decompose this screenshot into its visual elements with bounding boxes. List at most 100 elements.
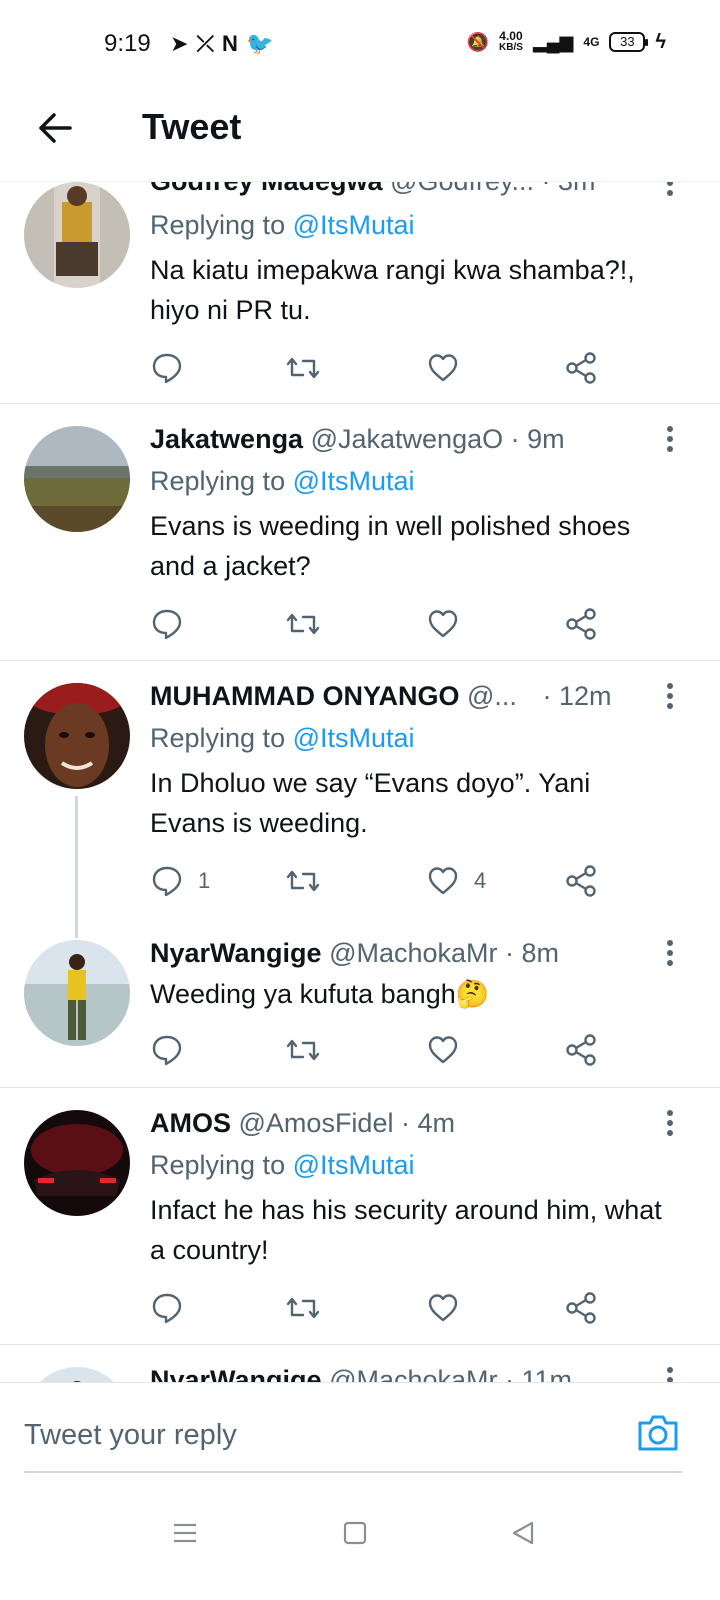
heart-icon (428, 1294, 458, 1322)
avatar[interactable] (24, 1110, 130, 1216)
author-name[interactable]: AMOS (150, 1108, 231, 1138)
author-name[interactable]: Godfrey Madegwa (150, 182, 383, 196)
retweet-button[interactable] (286, 348, 320, 388)
tweet-actions (150, 348, 610, 388)
avatar[interactable] (24, 426, 130, 532)
tweet-text: Evans is weeding in well polished shoes … (150, 511, 631, 581)
retweet-button[interactable] (286, 1288, 320, 1328)
tweet-header: AMOS @AmosFidel · 4m (150, 1108, 660, 1139)
author-handle[interactable]: @... (467, 681, 517, 711)
author-handle[interactable]: @MachokaMr (329, 1365, 497, 1382)
status-time: 9:19 (104, 30, 151, 57)
reply-button[interactable] (150, 348, 198, 388)
share-icon (566, 1034, 596, 1066)
tweet-item[interactable]: Jakatwenga @JakatwengaO · 9m Replying to… (0, 404, 720, 661)
author-handle[interactable]: @MachokaMr (329, 938, 497, 968)
heart-icon (428, 1036, 458, 1064)
back-arrow-icon[interactable] (34, 106, 78, 150)
replying-handle-link[interactable]: @ItsMutai (293, 1150, 415, 1180)
tweet-text: In Dholuo we say “Evans doyo”. Yani Evan… (150, 768, 591, 838)
replying-handle-link[interactable]: @ItsMutai (293, 210, 415, 240)
reply-button[interactable] (150, 1030, 198, 1070)
reply-button[interactable] (150, 1288, 198, 1328)
reply-input[interactable]: Tweet your reply (24, 1419, 237, 1452)
tweet-item[interactable]: NyarWangige @MachokaMr · 11m (0, 1345, 720, 1382)
tweet-header: NyarWangige @MachokaMr · 8m (150, 938, 660, 969)
tweet-item[interactable]: NyarWangige @MachokaMr · 8m Weeding ya k… (0, 918, 720, 1088)
more-options-icon[interactable] (660, 938, 680, 968)
more-options-icon[interactable] (660, 424, 680, 454)
replies-feed[interactable]: Godfrey Madegwa @Godfrey... · 3m Replyin… (0, 182, 720, 1382)
author-handle[interactable]: @Godfrey... (390, 182, 534, 196)
author-name[interactable]: NyarWangige (150, 1365, 322, 1382)
author-handle[interactable]: @JakatwengaO (311, 424, 504, 454)
back-triangle-icon[interactable] (508, 1518, 538, 1548)
charging-icon: ϟ (655, 30, 666, 53)
avatar[interactable] (24, 1367, 130, 1382)
menu-icon[interactable] (170, 1518, 200, 1548)
share-button[interactable] (564, 348, 598, 388)
reply-input-underline (24, 1471, 682, 1473)
battery-icon: 33 (609, 32, 649, 52)
tweet-time: · 3m (542, 182, 596, 196)
comment-bubble-icon (152, 1293, 182, 1324)
retweet-button[interactable] (286, 1030, 320, 1070)
avatar[interactable] (24, 940, 130, 1046)
tweet-time: · 8m (505, 938, 560, 968)
system-nav-bar (0, 1490, 720, 1600)
tweet-item[interactable]: Godfrey Madegwa @Godfrey... · 3m Replyin… (0, 182, 720, 404)
replying-handle-link[interactable]: @ItsMutai (293, 723, 415, 753)
tweet-time: · 9m (510, 424, 565, 454)
more-options-icon[interactable] (660, 182, 680, 198)
author-name[interactable]: MUHAMMAD ONYANGO (150, 681, 460, 711)
share-button[interactable] (564, 1030, 598, 1070)
avatar[interactable] (24, 683, 130, 789)
telegram-icon: ➤ (170, 31, 189, 56)
heart-icon (428, 354, 458, 382)
tweet-actions (150, 604, 610, 644)
share-icon (566, 1292, 596, 1324)
comment-bubble-icon (152, 609, 182, 640)
camera-icon[interactable] (636, 1413, 680, 1453)
tweet-time: · 11m (505, 1365, 573, 1382)
replying-to: Replying to @ItsMutai (150, 723, 415, 753)
retweet-icon (286, 870, 320, 892)
tweet-item[interactable]: AMOS @AmosFidel · 4m Replying to @ItsMut… (0, 1088, 720, 1345)
like-button[interactable] (426, 1030, 474, 1070)
tweet-header: MUHAMMAD ONYANGO @... · 12m (150, 681, 660, 712)
like-button[interactable] (426, 604, 474, 644)
retweet-icon (286, 1297, 320, 1319)
share-button[interactable] (564, 1288, 598, 1328)
share-button[interactable] (564, 861, 598, 901)
reply-button[interactable] (150, 604, 198, 644)
retweet-button[interactable] (286, 604, 320, 644)
share-icon (566, 865, 596, 897)
reply-button[interactable]: 1 (150, 861, 210, 901)
tweet-text: Weeding ya kufuta bangh🤔 (150, 979, 490, 1009)
replying-handle-link[interactable]: @ItsMutai (293, 466, 415, 496)
share-icon (566, 608, 596, 640)
tweet-item[interactable]: MUHAMMAD ONYANGO @... · 12m Replying to … (0, 661, 720, 918)
reply-composer: Tweet your reply (0, 1382, 720, 1482)
author-name[interactable]: NyarWangige (150, 938, 322, 968)
notification-icons: ➤ ⤫ N 🐦 (170, 30, 273, 58)
like-button[interactable] (426, 348, 474, 388)
tweet-actions (150, 1288, 610, 1328)
more-options-icon[interactable] (660, 681, 680, 711)
share-button[interactable] (564, 604, 598, 644)
more-options-icon[interactable] (660, 1365, 680, 1382)
comment-bubble-icon (152, 866, 182, 897)
retweet-button[interactable] (286, 861, 320, 901)
n-app-icon: N (222, 31, 238, 56)
tweet-actions (150, 1030, 610, 1070)
tweet-time: · 4m (400, 1108, 455, 1138)
like-button[interactable]: 4 (426, 861, 486, 901)
author-name[interactable]: Jakatwenga (150, 424, 303, 454)
tweet-actions: 1 4 (150, 861, 610, 901)
home-square-icon[interactable] (340, 1518, 370, 1548)
more-options-icon[interactable] (660, 1108, 680, 1138)
like-button[interactable] (426, 1288, 474, 1328)
avatar[interactable] (24, 182, 130, 288)
author-handle[interactable]: @AmosFidel (239, 1108, 394, 1138)
tweet-header: Jakatwenga @JakatwengaO · 9m (150, 424, 660, 455)
